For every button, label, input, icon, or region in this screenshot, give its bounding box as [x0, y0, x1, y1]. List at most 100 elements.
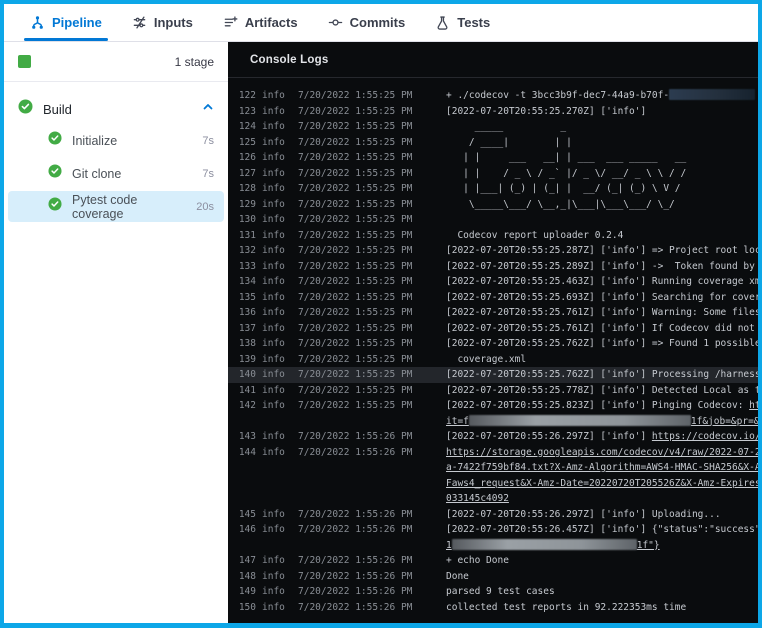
step-item-git-clone[interactable]: Git clone 7s: [8, 158, 224, 189]
log-line: it=f 1f&job=&pr=&se: [228, 414, 758, 430]
log-link[interactable]: 1f&job=&pr=&se: [691, 416, 758, 427]
log-line: 133info7/20/2022 1:55:25 PM[2022-07-20T2…: [228, 259, 758, 275]
tab-label: Artifacts: [245, 15, 298, 30]
log-text: [2022-07-20T20:55:25.778Z] ['info'] Dete…: [446, 385, 758, 396]
log-link[interactable]: a-7422f759bf84.txt?X-Amz-Algorithm=AWS4-…: [446, 462, 758, 473]
log-line: 131info7/20/2022 1:55:25 PM Codecov repo…: [228, 228, 758, 244]
log-text: [2022-07-20T20:55:25.270Z] ['info']: [446, 106, 646, 117]
log-message: coverage.xml: [446, 352, 758, 368]
log-level: info: [262, 507, 288, 523]
log-link[interactable]: ht: [749, 400, 758, 411]
pipeline-icon: [30, 15, 45, 30]
log-timestamp: 7/20/2022 1:55:25 PM: [298, 166, 416, 182]
log-line-number: 150: [236, 600, 256, 616]
log-message: [2022-07-20T20:55:25.289Z] ['info'] -> T…: [446, 259, 758, 275]
log-text: / ____| | |: [446, 137, 572, 148]
log-line: 144info7/20/2022 1:55:26 PMhttps://stora…: [228, 445, 758, 461]
tab-tests[interactable]: Tests: [435, 4, 490, 41]
log-message: [2022-07-20T20:55:25.270Z] ['info']: [446, 104, 758, 120]
log-message: collected test reports in 92.222353ms ti…: [446, 600, 758, 616]
log-line: 140info7/20/2022 1:55:25 PM[2022-07-20T2…: [228, 367, 758, 383]
log-line: 137info7/20/2022 1:55:25 PM[2022-07-20T2…: [228, 321, 758, 337]
log-link[interactable]: https://storage.googleapis.com/codecov/v…: [446, 447, 758, 458]
log-link[interactable]: Faws4_request&X-Amz-Date=20220720T205526…: [446, 478, 758, 489]
log-line: Faws4_request&X-Amz-Date=20220720T205526…: [228, 476, 758, 492]
tab-label: Inputs: [154, 15, 193, 30]
log-line-number: 148: [236, 569, 256, 585]
log-line: 148 info 7/20/2022 1:55:26 PM Done: [228, 569, 758, 585]
chevron-up-icon[interactable]: [202, 100, 214, 118]
log-level: info: [262, 212, 288, 228]
log-line: 127info7/20/2022 1:55:25 PM | | / _ \ / …: [228, 166, 758, 182]
log-link[interactable]: 033145c4092: [446, 493, 509, 504]
log-text: [2022-07-20T20:55:26.457Z] ['info'] {"st…: [446, 524, 758, 535]
log-line-number: 144: [236, 445, 256, 461]
step-group-build[interactable]: Build: [4, 94, 228, 124]
step-item-pytest-code-coverage[interactable]: Pytest code coverage 20s: [8, 191, 224, 222]
log-rows[interactable]: 122info7/20/2022 1:55:25 PM+ ./codecov -…: [228, 78, 758, 623]
log-line: 129info7/20/2022 1:55:25 PM \_____\___/ …: [228, 197, 758, 213]
tab-pipeline[interactable]: Pipeline: [30, 4, 102, 41]
log-line-number: [236, 491, 256, 507]
log-level: info: [262, 569, 288, 585]
redacted-secret: [669, 89, 755, 100]
log-message: [2022-07-20T20:55:25.287Z] ['info'] => P…: [446, 243, 758, 259]
log-timestamp: 7/20/2022 1:55:25 PM: [298, 398, 416, 414]
log-text: collected test reports in 92.222353ms ti…: [446, 602, 686, 613]
log-timestamp: 7/20/2022 1:55:25 PM: [298, 321, 416, 337]
log-text: [2022-07-20T20:55:26.297Z] ['info']: [446, 431, 652, 442]
log-level: info: [262, 321, 288, 337]
step-item-initialize[interactable]: Initialize 7s: [8, 125, 224, 156]
log-text: _____ _: [446, 121, 566, 132]
log-line-number: 132: [236, 243, 256, 259]
log-line: 124info7/20/2022 1:55:25 PM _____ _: [228, 119, 758, 135]
log-timestamp: [298, 414, 416, 430]
log-message: Done: [446, 569, 758, 585]
log-message: [2022-07-20T20:55:25.823Z] ['info'] Ping…: [446, 398, 758, 414]
log-line: 136info7/20/2022 1:55:25 PM[2022-07-20T2…: [228, 305, 758, 321]
success-check-icon: [18, 99, 33, 119]
tab-inputs[interactable]: Inputs: [132, 4, 193, 41]
log-level: info: [262, 243, 288, 259]
log-link[interactable]: 1f"}: [637, 540, 660, 551]
log-link[interactable]: https://codecov.io/: [652, 431, 758, 442]
tab-label: Pipeline: [52, 15, 102, 30]
log-timestamp: [298, 460, 416, 476]
log-level: info: [262, 119, 288, 135]
log-line-number: 135: [236, 290, 256, 306]
log-text: [2022-07-20T20:55:25.762Z] ['info'] => F…: [446, 338, 758, 349]
log-line-number: 137: [236, 321, 256, 337]
log-text: [2022-07-20T20:55:25.762Z] ['info'] Proc…: [446, 369, 758, 380]
tab-artifacts[interactable]: Artifacts: [223, 4, 298, 41]
step-duration: 7s: [202, 168, 214, 180]
log-level: info: [262, 104, 288, 120]
log-text: + ./codecov -t 3bcc3b9f-dec7-44a9-b70f-: [446, 90, 669, 101]
step-group-label: Build: [43, 102, 192, 117]
tab-label: Commits: [350, 15, 406, 30]
log-line-number: 131: [236, 228, 256, 244]
log-message: + echo Done: [446, 553, 758, 569]
log-line: 128info7/20/2022 1:55:25 PM | |___| (_) …: [228, 181, 758, 197]
artifacts-icon: [223, 15, 238, 30]
log-message: [2022-07-20T20:55:26.297Z] ['info'] Uplo…: [446, 507, 758, 523]
tab-commits[interactable]: Commits: [328, 4, 406, 41]
log-timestamp: [298, 476, 416, 492]
stage-status-square: [18, 55, 31, 68]
log-message: [2022-07-20T20:55:25.762Z] ['info'] => F…: [446, 336, 758, 352]
console-title: Console Logs: [250, 54, 328, 66]
commits-icon: [328, 15, 343, 30]
log-level: info: [262, 259, 288, 275]
log-message: \_____\___/ \__,_|\___|\___\___/ \_/: [446, 197, 758, 213]
tests-icon: [435, 15, 450, 30]
log-message: [2022-07-20T20:55:26.297Z] ['info'] http…: [446, 429, 758, 445]
log-line-number: [236, 460, 256, 476]
log-link[interactable]: it=f: [446, 416, 469, 427]
log-timestamp: 7/20/2022 1:55:26 PM: [298, 569, 416, 585]
log-line-number: 126: [236, 150, 256, 166]
log-level: info: [262, 305, 288, 321]
log-line: 142info7/20/2022 1:55:25 PM[2022-07-20T2…: [228, 398, 758, 414]
log-level: info: [262, 522, 288, 538]
log-message: https://storage.googleapis.com/codecov/v…: [446, 445, 758, 461]
log-text: Done: [446, 571, 469, 582]
log-line: 134info7/20/2022 1:55:25 PM[2022-07-20T2…: [228, 274, 758, 290]
